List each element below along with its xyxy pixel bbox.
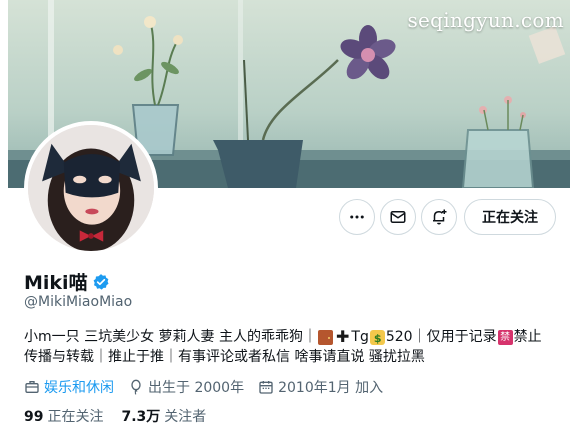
followers-label: 关注者 — [164, 409, 207, 425]
briefcase-icon — [25, 381, 39, 393]
followers-stat[interactable]: 7.3万 关注者 — [121, 406, 206, 426]
birth-date: 出生于 2000年 — [148, 380, 245, 396]
following-button[interactable]: 正在关注 — [464, 199, 556, 235]
calendar-icon — [259, 381, 273, 394]
following-count: 99 — [24, 409, 44, 425]
watermark-text: seqingyun.com — [407, 8, 564, 32]
category-item: 娱乐和休闲 — [24, 377, 114, 397]
category-link[interactable]: 娱乐和休闲 — [44, 377, 114, 397]
bio-text-end: 禁止 — [513, 329, 542, 345]
more-options-button[interactable] — [339, 199, 375, 235]
display-name: Miki喵 — [24, 272, 88, 294]
name-row: Miki喵 — [24, 268, 110, 295]
bio-text-tail: 520｜仅用于记录 — [385, 329, 497, 345]
profile-bio: 小m一只 三坑美少女 萝莉人妻 主人的乖乖狗｜ ✚ Tg 520｜仅用于记录 禁… — [24, 327, 564, 367]
message-button[interactable] — [380, 199, 416, 235]
follow-stats: 99 正在关注 7.3万 关注者 — [24, 406, 206, 426]
profile-meta: 娱乐和休闲 出生于 2000年 2010年1月 加入 — [24, 377, 383, 397]
profile-avatar[interactable] — [24, 121, 158, 255]
prohibited-emoji: 禁 — [497, 329, 513, 345]
more-horizontal-icon — [350, 215, 364, 219]
joined-date: 2010年1月 加入 — [278, 380, 384, 396]
door-emoji — [318, 329, 333, 345]
followers-count: 7.3万 — [121, 409, 161, 425]
bio-text: 小m一只 三坑美少女 萝莉人妻 主人的乖乖狗｜ — [24, 329, 317, 345]
envelope-icon — [390, 211, 406, 223]
following-label: 正在关注 — [47, 409, 104, 425]
following-stat[interactable]: 99 正在关注 — [24, 406, 103, 426]
joined-item: 2010年1月 加入 — [258, 377, 383, 397]
bio-line-1: 小m一只 三坑美少女 萝莉人妻 主人的乖乖狗｜ ✚ Tg 520｜仅用于记录 禁… — [24, 327, 564, 349]
verified-badge-icon[interactable] — [92, 273, 110, 291]
user-handle: @MikiMiaoMiao — [24, 294, 133, 310]
avatar-image — [28, 125, 154, 251]
balloon-icon — [131, 379, 141, 395]
bio-line-2: 传播与转载｜推止于推｜有事评论或者私信 啥事请直说 骚扰拉黑 — [24, 349, 425, 365]
plus-emoji: ✚ — [336, 327, 350, 346]
bell-plus-icon — [433, 209, 447, 225]
money-bag-emoji — [369, 329, 385, 349]
birth-item: 出生于 2000年 — [128, 377, 244, 397]
bio-tg-text: Tg — [351, 329, 369, 345]
notifications-button[interactable] — [421, 199, 457, 235]
